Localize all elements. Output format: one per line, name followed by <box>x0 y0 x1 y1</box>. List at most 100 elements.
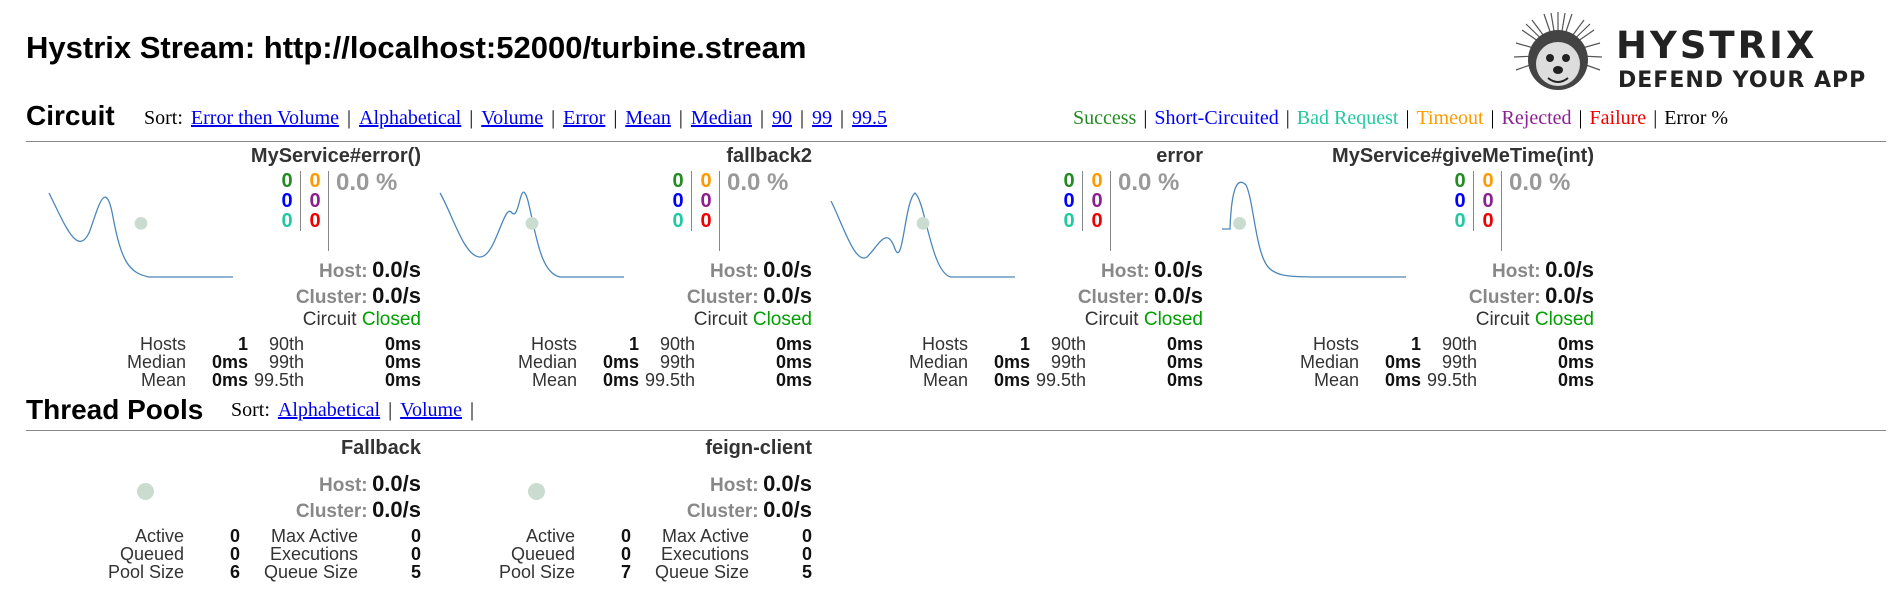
counts-column-left: 000 <box>1062 171 1076 231</box>
stat-median-label: Median <box>517 352 577 372</box>
circuit-health-dot[interactable] <box>525 217 539 230</box>
circuit-health-dot[interactable] <box>134 217 148 230</box>
stat-executions-label: Executions <box>660 544 749 564</box>
circuit-card[interactable]: MyService#error() 0 0 0 0 0 0 0.0 % Host: 0.0/s C… <box>26 145 421 389</box>
stat-mean-label: Mean <box>140 370 186 390</box>
circuit-status-value: Closed <box>1534 309 1594 330</box>
cluster-rate: 0.0/s <box>763 497 812 522</box>
count-rejected: 0 <box>309 190 321 212</box>
host-label: Host: <box>319 475 368 496</box>
count-bad-request: 0 <box>1063 210 1075 232</box>
circuit-name: error <box>1156 145 1203 167</box>
count-rejected: 0 <box>1482 190 1494 212</box>
stat-p99-value: 0ms <box>1166 352 1203 372</box>
count-timeout: 0 <box>309 170 321 192</box>
count-short-circuited: 0 <box>281 190 293 212</box>
circuit-card[interactable]: fallback2 0 0 0 0 0 0 0.0 % Host: 0.0/s Cluster: … <box>417 145 812 389</box>
circuit-card[interactable]: MyService#giveMeTime(int) 0 0 0 0 0 0 0.0 % Host… <box>1199 145 1594 389</box>
threadpool-name: Fallback <box>340 437 421 459</box>
counts-column-right: 000 <box>699 171 713 231</box>
stat-mean-value: 0ms <box>211 370 248 390</box>
stat-mean-label: Mean <box>531 370 577 390</box>
stat-median-value: 0ms <box>602 352 639 372</box>
stat-p995-value: 0ms <box>1557 370 1594 390</box>
sort-99-5-link[interactable]: 99.5 <box>852 107 887 129</box>
stat-max-active-value: 0 <box>410 526 421 546</box>
stat-p99-value: 0ms <box>384 352 421 372</box>
threadpool-stats: Active 0 Queued 0 Pool Size 6 Max Active 0 Execu… <box>26 527 421 581</box>
stat-p99-label: 99th <box>1441 352 1477 372</box>
host-label: Host: <box>319 261 368 282</box>
sort-separator: | <box>469 107 474 129</box>
cluster-rate-row: Cluster: 0.0/s <box>1078 283 1203 309</box>
host-rate: 0.0/s <box>763 257 812 282</box>
stat-p90-value: 0ms <box>1557 334 1594 354</box>
latency-stats: Hosts 1 Median 0ms Mean 0ms 90th 0ms 99th 0ms 99.5… <box>26 335 421 389</box>
counts-column-left: 000 <box>280 171 294 231</box>
sort-error-then-volume-link[interactable]: Error then Volume <box>191 107 339 129</box>
cluster-rate: 0.0/s <box>763 283 812 308</box>
sort-median-link[interactable]: Median <box>691 107 752 129</box>
sort-alphabetical-link[interactable]: Alphabetical <box>278 399 380 421</box>
circuit-label: Circuit <box>1475 309 1530 330</box>
stat-median-value: 0ms <box>993 352 1030 372</box>
sort-alphabetical-link[interactable]: Alphabetical <box>359 107 461 129</box>
sort-separator: | <box>469 399 474 421</box>
counts-divider <box>300 171 301 231</box>
cluster-rate-row: Cluster: 0.0/s <box>687 497 812 523</box>
sort-99-link[interactable]: 99 <box>812 107 832 129</box>
stat-p995-label: 99.5th <box>645 370 696 390</box>
sort-mean-link[interactable]: Mean <box>625 107 671 129</box>
sparkline-path <box>439 191 624 278</box>
count-success: 0 <box>1454 170 1466 192</box>
cluster-label: Cluster: <box>295 501 368 522</box>
circuit-card[interactable]: error 0 0 0 0 0 0 0.0 % Host: 0.0/s Cluster: 0.0/… <box>808 145 1203 389</box>
stat-pool-size-label: Pool Size <box>498 562 575 582</box>
threadpool-health-dot[interactable] <box>528 483 545 500</box>
stat-p995-value: 0ms <box>384 370 421 390</box>
sort-volume-link[interactable]: Volume <box>400 399 462 421</box>
sort-separator: | <box>347 107 352 129</box>
threadpool-card[interactable]: Fallback Host: 0.0/s Cluster: 0.0/s Active 0… <box>26 437 421 587</box>
stat-hosts-value: 1 <box>237 334 248 354</box>
sort-volume-link[interactable]: Volume <box>481 107 543 129</box>
sort-error-link[interactable]: Error <box>563 107 605 129</box>
sort-label: Sort: <box>144 107 183 129</box>
sort-separator: | <box>613 107 618 129</box>
threadpool-health-dot[interactable] <box>137 483 154 500</box>
stat-p90-label: 90th <box>1050 334 1086 354</box>
circuit-health-dot[interactable] <box>1233 217 1246 230</box>
error-percentage: 0.0 % <box>727 169 789 196</box>
legend-separator: | <box>1285 107 1290 129</box>
count-timeout: 0 <box>700 170 712 192</box>
count-timeout: 0 <box>1482 170 1494 192</box>
counts-column-right: 000 <box>1090 171 1104 231</box>
counts-column-left: 000 <box>1453 171 1467 231</box>
stat-p995-label: 99.5th <box>254 370 305 390</box>
legend-separator: | <box>1490 107 1495 129</box>
stat-pool-size-label: Pool Size <box>107 562 184 582</box>
latency-stats: Hosts 1 Median 0ms Mean 0ms 90th 0ms 99th 0ms 99.5… <box>417 335 812 389</box>
legend-error-: Error % <box>1664 107 1729 129</box>
stat-p90-value: 0ms <box>775 334 812 354</box>
circuit-label: Circuit <box>693 309 748 330</box>
circuit-sort-bar: Sort: Error then Volume | Alphabetical | Volu… <box>144 107 887 130</box>
threadpool-divider <box>26 430 1886 431</box>
stat-hosts-value: 1 <box>1019 334 1030 354</box>
stat-hosts-value: 1 <box>1410 334 1421 354</box>
host-rate-row: Host: 0.0/s <box>319 257 421 283</box>
circuit-status: Circuit Closed <box>1476 309 1594 331</box>
stat-median-label: Median <box>908 352 968 372</box>
legend-rejected: Rejected <box>1501 107 1572 129</box>
circuit-label: Circuit <box>1084 309 1139 330</box>
cluster-label: Cluster: <box>686 501 759 522</box>
sort-90-link[interactable]: 90 <box>772 107 792 129</box>
error-percentage: 0.0 % <box>1509 169 1571 196</box>
error-divider <box>328 171 329 251</box>
threadpool-card[interactable]: feign-client Host: 0.0/s Cluster: 0.0/s Act… <box>417 437 812 587</box>
circuit-health-dot[interactable] <box>916 217 930 230</box>
stat-queue-size-label: Queue Size <box>654 562 749 582</box>
stat-p99-value: 0ms <box>775 352 812 372</box>
host-rate-row: Host: 0.0/s <box>1101 257 1203 283</box>
logo-name: HYSTRIX <box>1616 24 1818 67</box>
